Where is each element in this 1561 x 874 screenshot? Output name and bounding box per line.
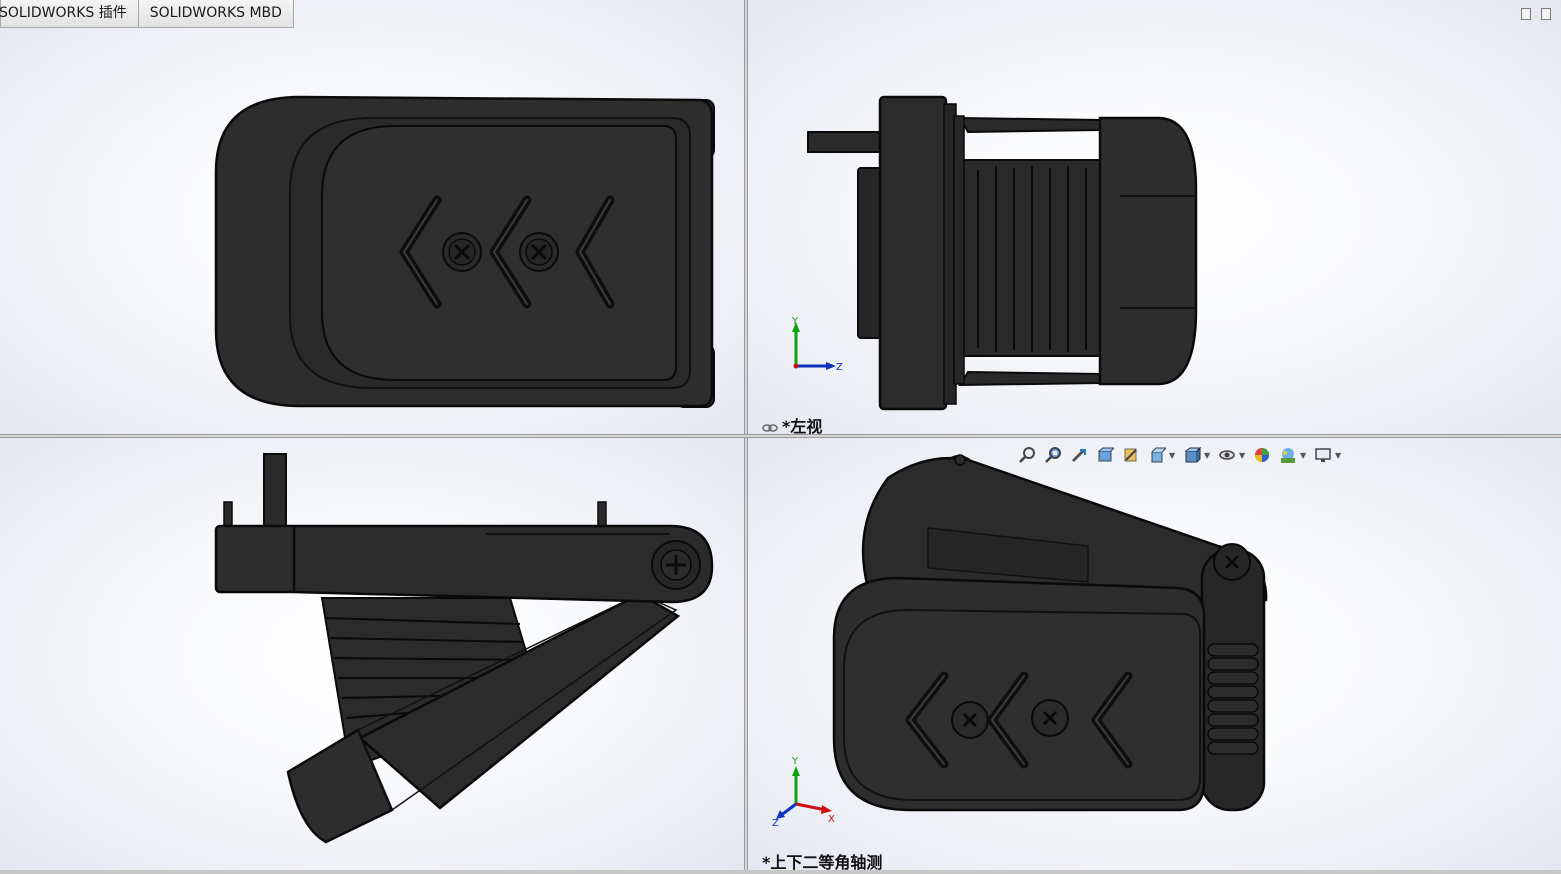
viewport-bottom-left[interactable] bbox=[0, 438, 744, 870]
view-orientation-label: *左视 bbox=[762, 413, 822, 434]
axis-z-label: Z bbox=[772, 818, 779, 826]
viewport-bottom-right[interactable]: ▼ ▼ ▼ ▼ ▼ Y X Z *上下二等角轴测 bbox=[748, 438, 1561, 870]
view-orientation-label: *上下二等角轴测 bbox=[762, 853, 883, 870]
viewport-horizontal-splitter[interactable] bbox=[0, 434, 1561, 438]
coordinate-triad: Y X Z bbox=[772, 756, 835, 826]
viewport-top-right[interactable]: Y Z *左视 bbox=[748, 0, 1561, 434]
status-bar-edge bbox=[0, 870, 1561, 874]
command-manager-tabs: SOLIDWORKS 插件 SOLIDWORKS MBD bbox=[0, 0, 294, 28]
model-isometric-view bbox=[832, 454, 1268, 812]
axis-z-label: Z bbox=[836, 362, 843, 373]
viewport-top-left[interactable] bbox=[0, 0, 744, 434]
axis-y-label: Y bbox=[791, 756, 799, 767]
link-view-icon bbox=[762, 423, 778, 432]
tab-solidworks-mbd[interactable]: SOLIDWORKS MBD bbox=[137, 0, 294, 28]
axis-y-label: Y bbox=[791, 316, 799, 327]
tab-solidworks-addins[interactable]: SOLIDWORKS 插件 bbox=[0, 0, 139, 28]
model-left-view bbox=[807, 95, 1198, 411]
model-top-view bbox=[214, 453, 714, 844]
view-name-left: *左视 bbox=[782, 417, 823, 434]
coordinate-triad: Y Z bbox=[791, 316, 843, 373]
model-front-view bbox=[214, 95, 715, 408]
axis-x-label: X bbox=[828, 814, 835, 825]
